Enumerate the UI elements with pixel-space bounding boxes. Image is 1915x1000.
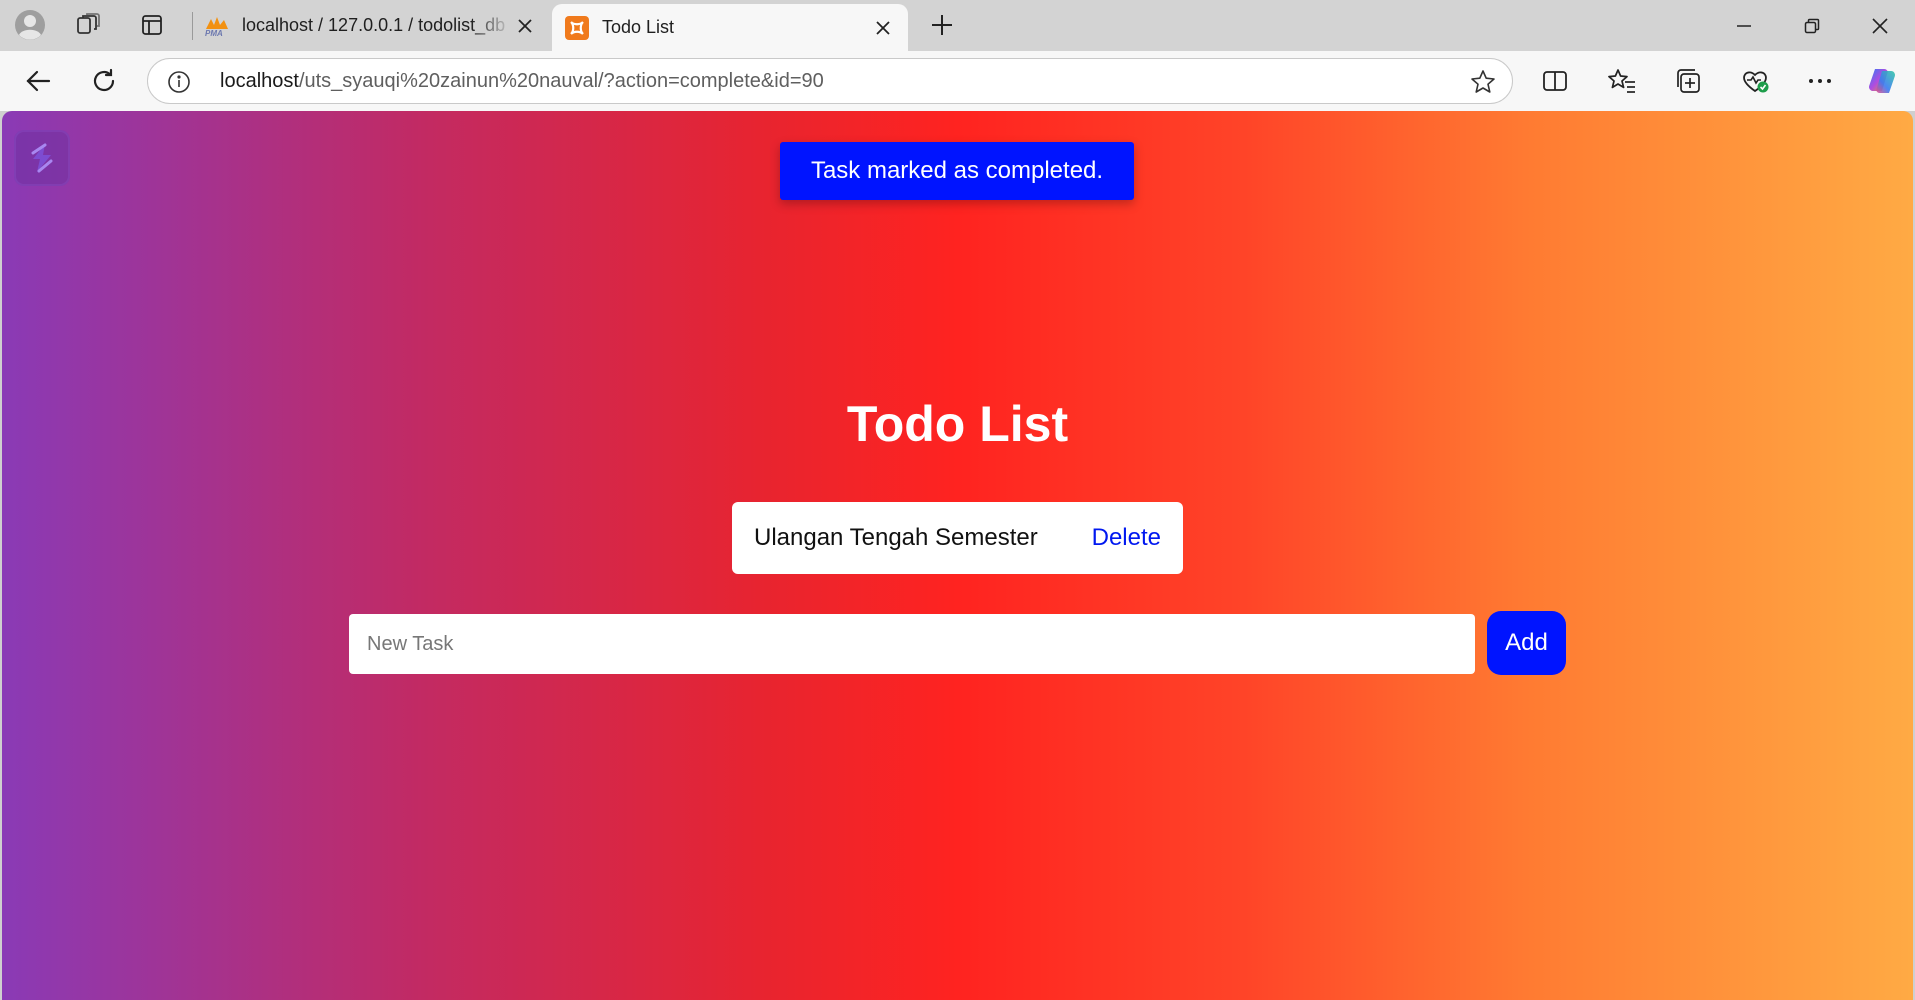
collections-icon[interactable] [1668, 61, 1708, 101]
xampp-icon [564, 15, 590, 41]
site-info-icon[interactable] [166, 69, 192, 95]
copilot-icon[interactable] [1862, 61, 1902, 101]
restore-icon[interactable] [1778, 0, 1846, 51]
tab-actions-icon[interactable] [132, 6, 172, 44]
tab-title: localhost / 127.0.0.1 / todolist_db [242, 15, 506, 35]
task-item: Ulangan Tengah Semester Delete [732, 502, 1183, 574]
add-task-button[interactable]: Add [1487, 611, 1566, 675]
phpmyadmin-icon: PMA [204, 13, 230, 39]
address-bar[interactable]: localhost/uts_syauqi%20zainun%20nauval/?… [147, 58, 1513, 104]
svg-text:PMA: PMA [205, 29, 223, 37]
close-window-icon[interactable] [1846, 0, 1914, 51]
split-screen-icon[interactable] [1535, 61, 1575, 101]
tab-phpmyadmin[interactable]: PMA localhost / 127.0.0.1 / todolist_db [192, 0, 550, 51]
browser-essentials-icon[interactable] [1735, 61, 1775, 101]
workspaces-icon[interactable] [68, 6, 108, 44]
minimize-icon[interactable] [1710, 0, 1778, 51]
page-title: Todo List [846, 396, 1069, 452]
tab-strip: PMA localhost / 127.0.0.1 / todolist_db … [0, 0, 1915, 51]
back-icon[interactable] [18, 61, 58, 101]
address-url[interactable]: localhost/uts_syauqi%20zainun%20nauval/?… [220, 70, 824, 93]
url-host: localhost [220, 70, 299, 92]
new-task-input[interactable] [349, 614, 1475, 674]
delete-task-link[interactable]: Delete [1092, 524, 1161, 552]
profile-avatar-icon[interactable] [10, 6, 50, 44]
task-text: Ulangan Tengah Semester [754, 524, 1038, 551]
url-path: /uts_syauqi%20zainun%20nauval/?action=co… [298, 70, 824, 92]
favorites-icon[interactable] [1602, 61, 1642, 101]
close-tab-icon[interactable] [512, 13, 538, 39]
page-viewport: Task marked as completed. Todo List Ulan… [2, 111, 1913, 1000]
favorite-star-icon[interactable] [1470, 69, 1496, 95]
close-tab-icon[interactable] [870, 15, 896, 41]
tab-todo-list[interactable]: Todo List [552, 4, 908, 51]
flash-message: Task marked as completed. [780, 142, 1134, 200]
browser-toolbar: localhost/uts_syauqi%20zainun%20nauval/?… [0, 51, 1915, 111]
tab-title: Todo List [602, 17, 675, 37]
more-options-icon[interactable] [1800, 61, 1840, 101]
refresh-icon[interactable] [84, 61, 124, 101]
extension-lightning-icon[interactable] [14, 130, 70, 186]
new-tab-icon[interactable] [922, 6, 962, 44]
